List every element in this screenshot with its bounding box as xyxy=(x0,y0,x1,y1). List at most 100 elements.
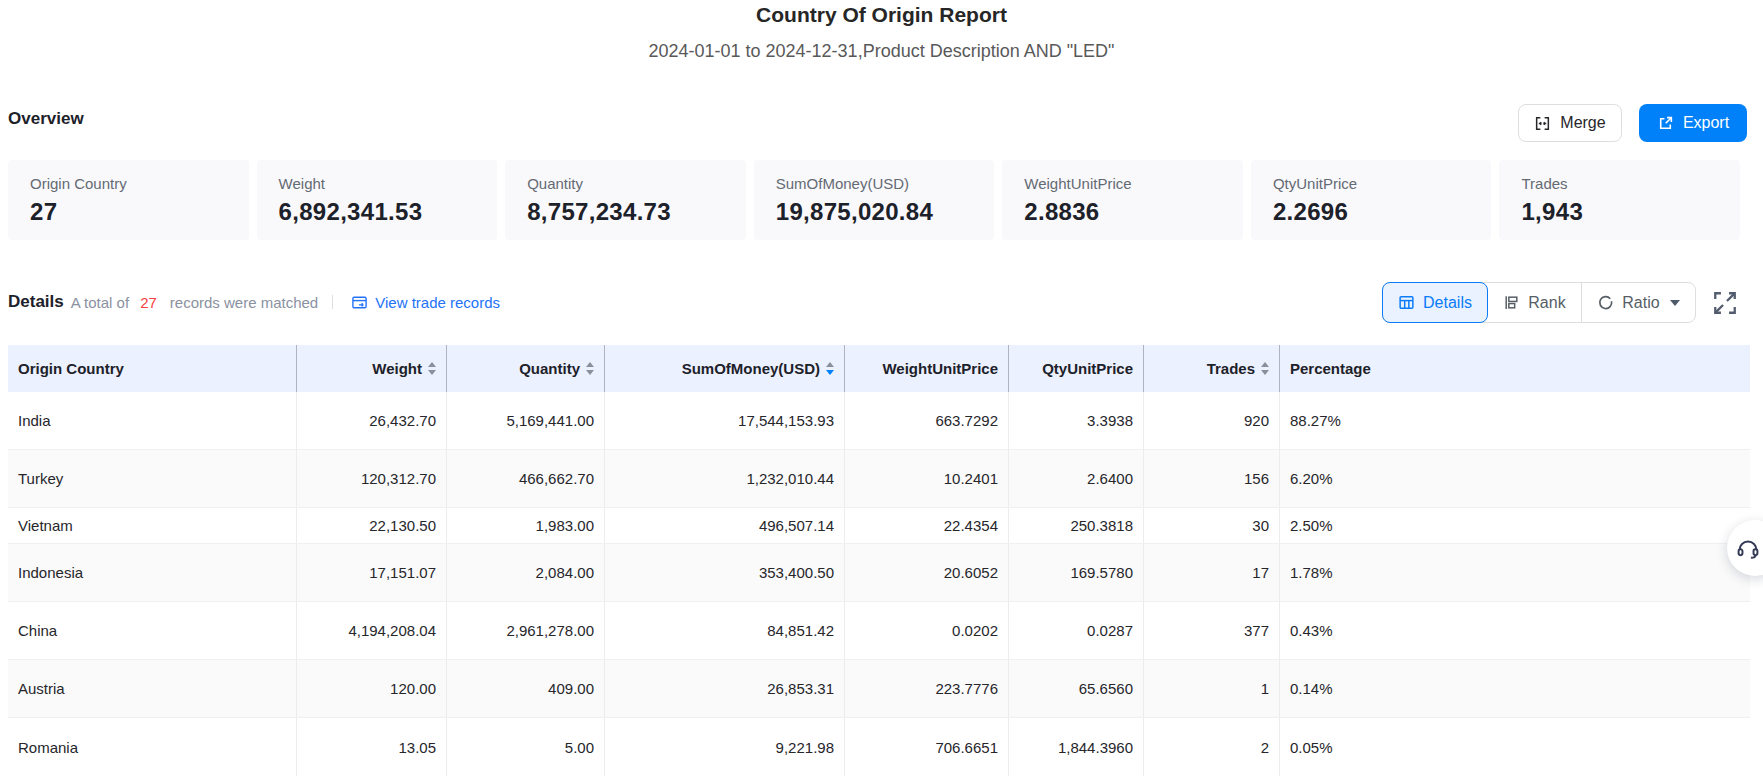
view-trade-records-link[interactable]: View trade records xyxy=(351,294,500,311)
card-value: 19,875,020.84 xyxy=(776,198,995,226)
card-label: WeightUnitPrice xyxy=(1024,175,1243,192)
row-country-cell: Romania xyxy=(8,718,297,776)
row-value-cell: 1.78% xyxy=(1280,544,1750,601)
row-value-cell: 2.6400 xyxy=(1009,450,1144,507)
tab-details-label: Details xyxy=(1423,294,1472,312)
column-header: Percentage xyxy=(1280,345,1750,392)
overview-card: WeightUnitPrice 2.8836 xyxy=(1002,160,1243,240)
merge-icon xyxy=(1534,115,1551,132)
row-country-cell: Austria xyxy=(8,660,297,717)
row-value-cell: 120,312.70 xyxy=(297,450,447,507)
row-value-cell: 496,507.14 xyxy=(605,508,845,543)
row-value-cell: 22,130.50 xyxy=(297,508,447,543)
rank-icon xyxy=(1503,294,1520,311)
column-header[interactable]: Trades xyxy=(1144,345,1280,392)
row-value-cell: 0.43% xyxy=(1280,602,1750,659)
overview-card: Weight 6,892,341.53 xyxy=(257,160,498,240)
row-value-cell: 17 xyxy=(1144,544,1280,601)
table-row: Vietnam22,130.501,983.00496,507.1422.435… xyxy=(8,508,1750,544)
matched-suffix: records were matched xyxy=(170,294,318,311)
headset-icon xyxy=(1727,535,1761,561)
column-header: WeightUnitPrice xyxy=(845,345,1009,392)
card-label: Weight xyxy=(279,175,498,192)
row-value-cell: 84,851.42 xyxy=(605,602,845,659)
column-header[interactable]: Quantity xyxy=(447,345,605,392)
row-value-cell: 20.6052 xyxy=(845,544,1009,601)
fullscreen-icon[interactable] xyxy=(1712,290,1738,316)
row-value-cell: 13.05 xyxy=(297,718,447,776)
row-value-cell: 9,221.98 xyxy=(605,718,845,776)
row-value-cell: 1,232,010.44 xyxy=(605,450,845,507)
tab-rank-label: Rank xyxy=(1528,294,1565,312)
details-table: Origin Country Weight Quantity SumOfMoney(U… xyxy=(8,345,1750,776)
sort-carets-icon[interactable] xyxy=(586,362,594,375)
export-button[interactable]: Export xyxy=(1639,104,1747,142)
card-label: Quantity xyxy=(527,175,746,192)
card-value: 2.8836 xyxy=(1024,198,1243,226)
overview-card: QtyUnitPrice2.2696 xyxy=(1251,160,1492,240)
row-country-cell: Indonesia xyxy=(8,544,297,601)
divider xyxy=(332,295,333,309)
column-header[interactable]: Weight xyxy=(297,345,447,392)
row-value-cell: 0.05% xyxy=(1280,718,1750,776)
row-value-cell: 223.7776 xyxy=(845,660,1009,717)
row-value-cell: 17,151.07 xyxy=(297,544,447,601)
row-value-cell: 1,983.00 xyxy=(447,508,605,543)
sort-carets-icon[interactable] xyxy=(1261,362,1269,375)
row-value-cell: 250.3818 xyxy=(1009,508,1144,543)
table-header-row: Origin Country Weight Quantity SumOfMoney(U… xyxy=(8,345,1750,392)
overview-cards: Origin Country27Weight6,892,341.53Quanti… xyxy=(8,160,1740,240)
tab-rank[interactable]: Rank xyxy=(1488,282,1581,323)
details-section-title: Details xyxy=(8,292,64,312)
details-table-icon xyxy=(1398,294,1415,311)
trade-records-icon xyxy=(351,294,368,311)
column-header-label: Percentage xyxy=(1290,360,1371,377)
card-label: Origin Country xyxy=(30,175,249,192)
merge-button[interactable]: Merge xyxy=(1518,104,1622,142)
row-value-cell: 26,432.70 xyxy=(297,392,447,449)
row-value-cell: 22.4354 xyxy=(845,508,1009,543)
column-header-label: Quantity xyxy=(519,360,580,377)
row-country-cell: Turkey xyxy=(8,450,297,507)
row-value-cell: 169.5780 xyxy=(1009,544,1144,601)
row-value-cell: 6.20% xyxy=(1280,450,1750,507)
row-value-cell: 663.7292 xyxy=(845,392,1009,449)
sort-carets-icon[interactable] xyxy=(826,362,834,375)
overview-card: SumOfMoney(USD)19,875,020.84 xyxy=(754,160,995,240)
tab-details[interactable]: Details xyxy=(1382,282,1488,323)
row-country-cell: Vietnam xyxy=(8,508,297,543)
column-header-label: Origin Country xyxy=(18,360,124,377)
row-value-cell: 377 xyxy=(1144,602,1280,659)
table-row: Romania13.055.009,221.98706.66511,844.39… xyxy=(8,718,1750,776)
page-title: Country Of Origin Report xyxy=(0,3,1763,27)
overview-card: Trades1,943 xyxy=(1499,160,1740,240)
column-header-label: WeightUnitPrice xyxy=(882,360,998,377)
merge-button-label: Merge xyxy=(1560,114,1605,132)
tab-ratio[interactable]: Ratio xyxy=(1581,282,1695,323)
card-value: 6,892,341.53 xyxy=(279,198,498,226)
table-row: Indonesia17,151.072,084.00353,400.5020.6… xyxy=(8,544,1750,602)
row-value-cell: 120.00 xyxy=(297,660,447,717)
row-country-cell: India xyxy=(8,392,297,449)
overview-card: Quantity 8,757,234.73 xyxy=(505,160,746,240)
row-country-cell: China xyxy=(8,602,297,659)
row-value-cell: 3.3938 xyxy=(1009,392,1144,449)
row-value-cell: 706.6651 xyxy=(845,718,1009,776)
matched-prefix: A total of xyxy=(71,294,129,311)
view-trade-records-label: View trade records xyxy=(375,294,500,311)
ratio-dropdown-caret xyxy=(1670,300,1680,306)
row-value-cell: 2,084.00 xyxy=(447,544,605,601)
view-switcher: Details Rank Ratio xyxy=(1382,282,1696,323)
sort-carets-icon[interactable] xyxy=(428,362,436,375)
column-header: Origin Country xyxy=(8,345,297,392)
export-icon xyxy=(1657,115,1674,132)
column-header-label: Trades xyxy=(1207,360,1255,377)
row-value-cell: 0.0202 xyxy=(845,602,1009,659)
card-value: 8,757,234.73 xyxy=(527,198,746,226)
card-label: QtyUnitPrice xyxy=(1273,175,1492,192)
row-value-cell: 156 xyxy=(1144,450,1280,507)
row-value-cell: 0.0287 xyxy=(1009,602,1144,659)
column-header[interactable]: SumOfMoney(USD) xyxy=(605,345,845,392)
row-value-cell: 2 xyxy=(1144,718,1280,776)
row-value-cell: 4,194,208.04 xyxy=(297,602,447,659)
